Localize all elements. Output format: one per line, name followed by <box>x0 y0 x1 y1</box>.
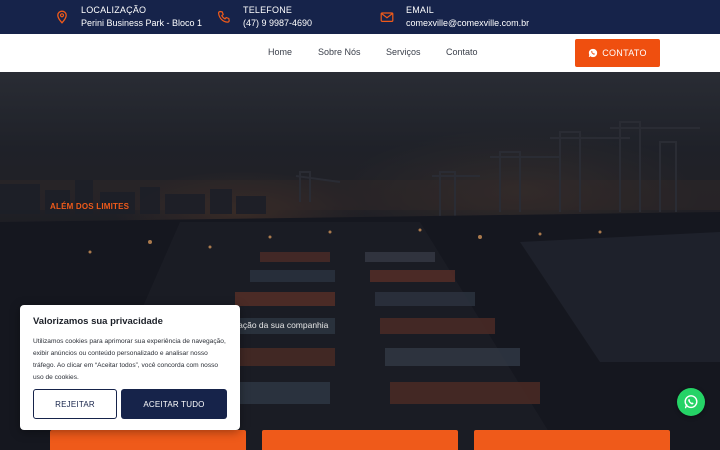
hero-subtitle: ização da sua companhia <box>232 320 329 330</box>
hero-tagline: ALÉM DOS LIMITES <box>50 202 130 211</box>
main-navigation: Home Sobre Nós Serviços Contato CONTATO <box>0 34 720 72</box>
whatsapp-icon <box>684 395 698 409</box>
phone-info: TELEFONE (47) 9 9987-4690 <box>217 5 312 30</box>
phone-icon <box>217 10 230 23</box>
accept-all-cookies-button[interactable]: ACEITAR TUDO <box>121 389 227 419</box>
nav-servicos[interactable]: Serviços <box>386 47 421 57</box>
service-card-3[interactable] <box>474 430 670 450</box>
nav-sobre-nos[interactable]: Sobre Nós <box>318 47 361 57</box>
location-label: LOCALIZAÇÃO <box>81 5 147 15</box>
whatsapp-float-button[interactable] <box>677 388 705 416</box>
service-card-1[interactable] <box>50 430 246 450</box>
nav-home[interactable]: Home <box>268 47 292 57</box>
top-info-bar: LOCALIZAÇÃO Perini Business Park - Bloco… <box>0 0 720 34</box>
phone-label: TELEFONE <box>243 5 293 15</box>
reject-cookies-button[interactable]: REJEITAR <box>33 389 117 419</box>
cookie-title: Valorizamos sua privacidade <box>33 316 163 327</box>
email-label: EMAIL <box>406 5 435 15</box>
location-value: Perini Business Park - Bloco 1 <box>81 18 203 28</box>
cookie-actions: REJEITAR ACEITAR TUDO <box>33 389 227 419</box>
email-value[interactable]: comexville@comexville.com.br <box>406 17 529 30</box>
location-info: LOCALIZAÇÃO Perini Business Park - Bloco… <box>55 5 202 30</box>
cookie-consent-dialog: Valorizamos sua privacidade Utilizamos c… <box>20 305 240 430</box>
phone-value[interactable]: (47) 9 9987-4690 <box>243 17 312 30</box>
email-info: EMAIL comexville@comexville.com.br <box>380 5 529 30</box>
whatsapp-icon <box>588 48 598 58</box>
cookie-body: Utilizamos cookies para aprimorar sua ex… <box>33 338 226 381</box>
nav-contato[interactable]: Contato <box>446 47 478 57</box>
mail-icon <box>380 12 394 22</box>
service-card-2[interactable] <box>262 430 458 450</box>
contact-button[interactable]: CONTATO <box>575 39 660 67</box>
map-pin-icon <box>57 10 67 24</box>
contact-button-label: CONTATO <box>602 48 647 58</box>
